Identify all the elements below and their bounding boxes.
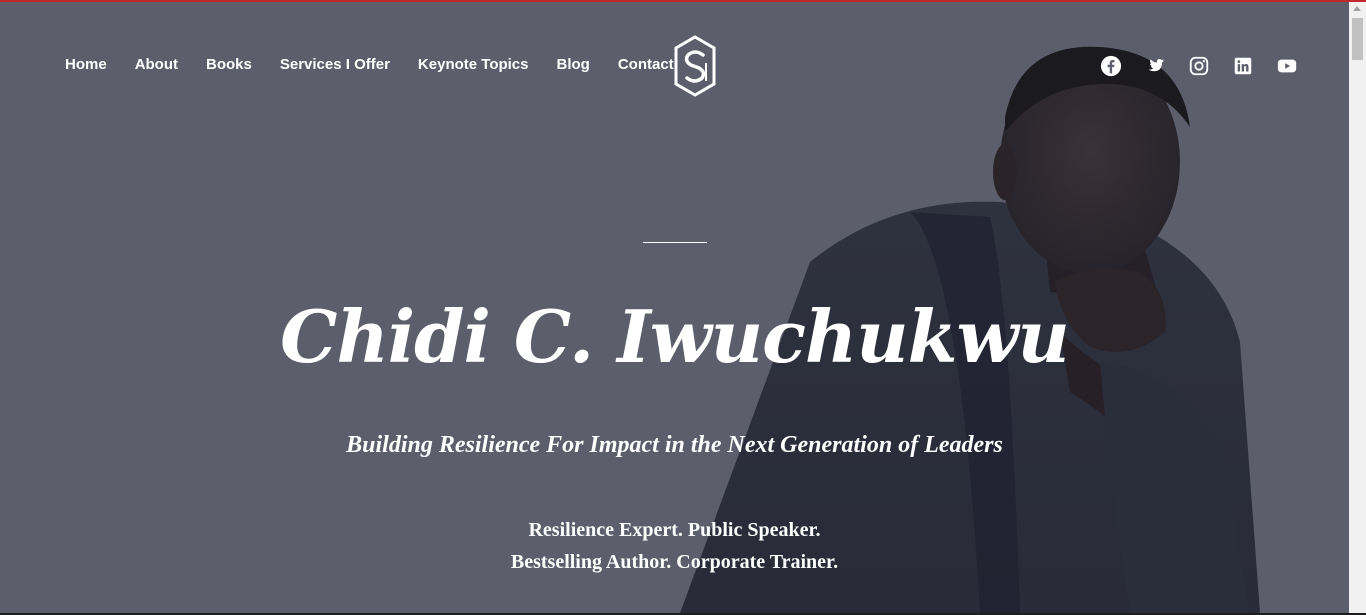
cs-monogram-logo[interactable] bbox=[673, 35, 717, 97]
nav-item-home[interactable]: Home bbox=[65, 54, 107, 76]
hero-roles-line-2: Bestselling Author. Corporate Trainer. bbox=[510, 551, 839, 573]
nav-item-services[interactable]: Services I Offer bbox=[280, 54, 390, 76]
hero-divider-line bbox=[643, 242, 707, 243]
scroll-up-arrow-icon[interactable] bbox=[1353, 6, 1361, 11]
main-navigation: Home About Books Services I Offer Keynot… bbox=[65, 54, 702, 76]
top-accent-border bbox=[0, 0, 1366, 2]
hero-roles-line-1: Resilience Expert. Public Speaker. bbox=[528, 519, 821, 541]
linkedin-icon[interactable] bbox=[1232, 55, 1254, 77]
nav-item-contact[interactable]: Contact bbox=[618, 54, 674, 76]
hero-title: Chidi C. Iwuchukwu bbox=[280, 294, 1070, 379]
nav-item-books[interactable]: Books bbox=[206, 54, 252, 76]
browser-viewport: Home About Books Services I Offer Keynot… bbox=[0, 0, 1366, 615]
twitter-icon[interactable] bbox=[1144, 55, 1166, 77]
hero-roles: Resilience Expert. Public Speaker. Bests… bbox=[0, 514, 1349, 578]
hero-subtitle: Building Resilience For Impact in the Ne… bbox=[346, 432, 1003, 458]
social-links bbox=[1100, 55, 1298, 77]
nav-item-keynote-topics[interactable]: Keynote Topics bbox=[418, 54, 529, 76]
vertical-scrollbar[interactable] bbox=[1349, 2, 1366, 613]
instagram-icon[interactable] bbox=[1188, 55, 1210, 77]
facebook-icon[interactable] bbox=[1100, 55, 1122, 77]
nav-item-blog[interactable]: Blog bbox=[557, 54, 590, 76]
youtube-icon[interactable] bbox=[1276, 55, 1298, 77]
nav-item-about[interactable]: About bbox=[135, 54, 178, 76]
scrollbar-thumb[interactable] bbox=[1352, 18, 1363, 60]
hero-section: Home About Books Services I Offer Keynot… bbox=[0, 2, 1349, 613]
